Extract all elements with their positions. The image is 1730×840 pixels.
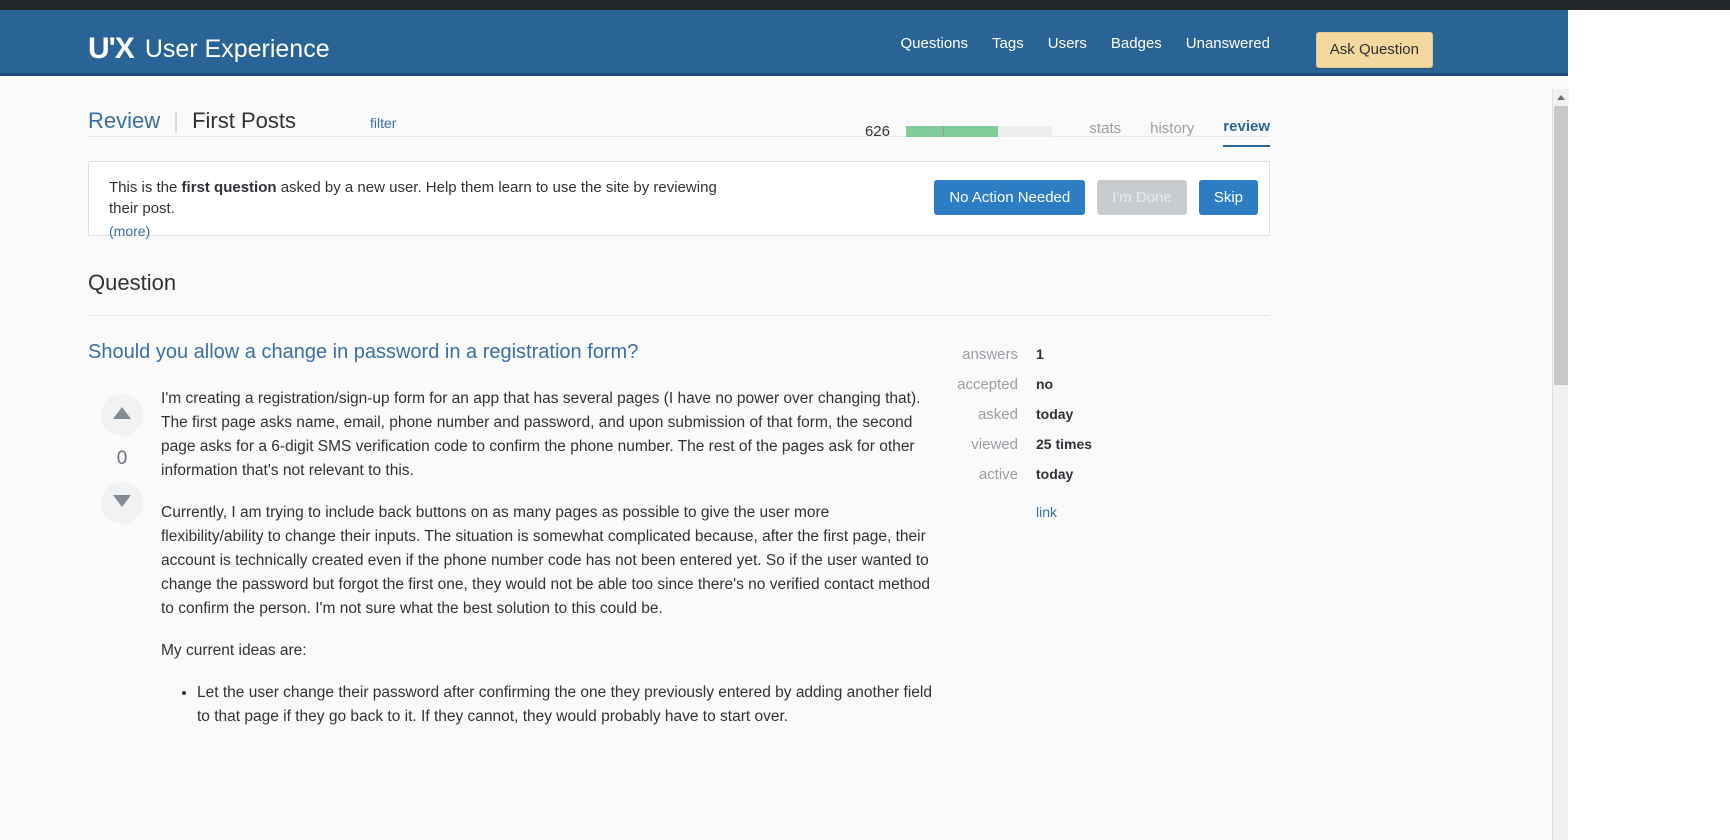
review-progress-fill — [906, 126, 998, 137]
breadcrumb-separator: | — [173, 108, 179, 133]
page-content: Review | First Posts filter 626 stats hi… — [88, 79, 1270, 733]
tab-review[interactable]: review — [1223, 119, 1270, 147]
skip-button[interactable]: Skip — [1198, 180, 1258, 215]
logo-mark-icon: U'X — [88, 32, 135, 65]
stat-row-active: active today — [936, 466, 1186, 483]
question-post-main: Should you allow a change in password in… — [88, 340, 933, 733]
nav-item-unanswered[interactable]: Unanswered — [1186, 36, 1270, 51]
nav-item-users[interactable]: Users — [1048, 36, 1087, 51]
page-right-gutter-strip — [1568, 0, 1730, 10]
nav-item-questions[interactable]: Questions — [901, 36, 969, 51]
question-paragraph: My current ideas are: — [161, 642, 307, 660]
stat-value: no — [1036, 376, 1054, 392]
question-post: Should you allow a change in password in… — [88, 340, 1270, 733]
ask-question-button[interactable]: Ask Question — [1315, 32, 1433, 68]
site-header: U'X User Experience Questions Tags Users… — [0, 10, 1568, 76]
filter-link[interactable]: filter — [370, 115, 396, 131]
vote-count: 0 — [116, 448, 128, 469]
scroll-up-button[interactable] — [1553, 89, 1569, 106]
breadcrumb-current: First Posts — [192, 108, 297, 133]
no-action-needed-button[interactable]: No Action Needed — [934, 180, 1086, 215]
site-logo[interactable]: U'X User Experience — [88, 32, 330, 66]
stat-row-asked: asked today — [936, 406, 1186, 423]
tab-history[interactable]: history — [1150, 121, 1194, 147]
list-item: Let the user change their password after… — [197, 681, 933, 729]
triangle-up-icon — [112, 406, 132, 425]
nav-item-tags[interactable]: Tags — [992, 36, 1024, 51]
review-header-bar: Review | First Posts filter 626 stats hi… — [88, 79, 1270, 147]
stat-label: viewed — [971, 436, 1018, 453]
vote-cell: 0 — [88, 387, 156, 733]
question-paragraph: I'm creating a registration/sign-up form… — [161, 390, 921, 480]
review-progress-track — [906, 126, 1052, 137]
im-done-button[interactable]: I'm Done — [1097, 180, 1187, 215]
question-title-link[interactable]: Should you allow a change in password in… — [88, 340, 933, 364]
stat-value: 1 — [1036, 346, 1044, 362]
instructions-more-link[interactable]: (more) — [109, 222, 749, 241]
breadcrumb-root[interactable]: Review — [88, 108, 160, 133]
question-stats-sidebar: answers 1 accepted no asked today viewed… — [936, 346, 1186, 522]
review-progress-count: 626 — [864, 123, 890, 140]
nav-item-badges[interactable]: Badges — [1111, 36, 1162, 51]
question-body-row: 0 I'm creating a registration/sign-up fo… — [88, 387, 933, 733]
review-progress-marker — [942, 126, 944, 137]
stat-value: today — [1036, 466, 1074, 482]
stat-value: 25 times — [1036, 436, 1093, 452]
triangle-up-icon — [1557, 95, 1565, 100]
window-top-strip — [0, 0, 1568, 10]
question-link[interactable]: link — [1036, 504, 1057, 520]
breadcrumb: Review | First Posts — [88, 110, 296, 132]
stat-row-answers: answers 1 — [936, 346, 1186, 363]
stat-label: asked — [977, 406, 1018, 423]
instructions-text-before: This is the — [109, 179, 182, 196]
review-instructions-panel: This is the first question asked by a ne… — [88, 161, 1270, 239]
stat-label: accepted — [957, 376, 1018, 393]
scrollbar-thumb[interactable] — [1554, 106, 1568, 385]
stat-label: active — [978, 466, 1018, 483]
primary-nav: Questions Tags Users Badges Unanswered — [901, 36, 1271, 51]
question-paragraph: Currently, I am trying to include back b… — [161, 504, 930, 618]
instructions-text-emphasis: first question — [181, 179, 277, 196]
review-action-buttons: No Action Needed I'm Done Skip — [934, 180, 1258, 215]
section-heading-question: Question — [88, 270, 177, 295]
stat-value: today — [1036, 406, 1074, 422]
review-instructions-text: This is the first question asked by a ne… — [109, 178, 749, 242]
upvote-button[interactable] — [101, 394, 143, 436]
stat-label: answers — [962, 346, 1018, 363]
downvote-button[interactable] — [101, 482, 143, 524]
page-scrollbar[interactable] — [1552, 89, 1569, 840]
tab-stats[interactable]: stats — [1089, 121, 1121, 147]
section-divider — [88, 315, 1270, 316]
logo-wordmark: User Experience — [144, 34, 330, 63]
page-right-gutter — [1568, 0, 1730, 840]
question-ideas-list: Let the user change their password after… — [161, 681, 933, 729]
stat-row-viewed: viewed 25 times — [936, 436, 1186, 453]
stat-row-accepted: accepted no — [936, 376, 1186, 393]
review-subtabs: stats history review — [1089, 119, 1270, 147]
question-body: I'm creating a registration/sign-up form… — [156, 387, 933, 733]
browser-viewport: U'X User Experience Questions Tags Users… — [0, 0, 1730, 840]
triangle-down-icon — [112, 494, 132, 513]
review-progress: 626 — [865, 123, 1052, 140]
